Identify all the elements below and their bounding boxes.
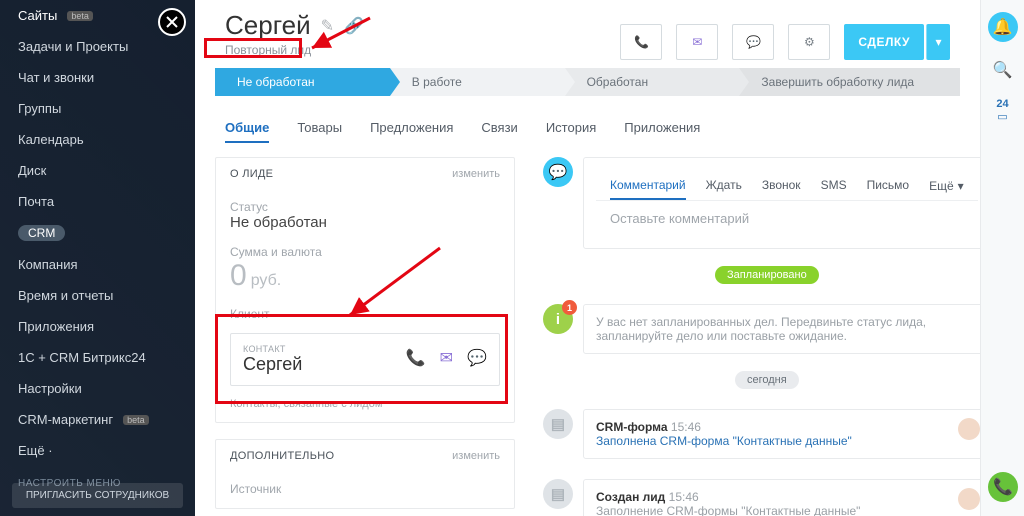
sidebar-item-settings[interactable]: Настройки (0, 373, 195, 404)
sidebar-item-chat[interactable]: Чат и звонки (0, 62, 195, 93)
phone-icon: 📞 (634, 35, 649, 49)
settings-button[interactable]: ⚙ (788, 24, 830, 60)
client-label: Клиент (230, 307, 500, 321)
linked-note: Контакты, связанные с лидом (216, 398, 514, 422)
chevron-down-icon: ▾ (935, 35, 941, 49)
act-tab-mail[interactable]: Письмо (867, 172, 910, 200)
calendar-icon[interactable]: 24▭ (996, 98, 1008, 123)
main: Сергей ✎ 🔗 Повторный лид 📞 ✉ 💬 ⚙ СДЕЛКУ … (195, 0, 980, 516)
feed-item-1[interactable]: CRM-форма 15:46 Заполнена CRM-форма "Кон… (583, 409, 980, 459)
gear-icon: ⚙ (804, 35, 815, 49)
avatar (958, 418, 980, 440)
sidebar-item-crm[interactable]: CRM (0, 217, 195, 249)
bell-icon[interactable]: 🔔 (988, 12, 1018, 42)
sidebar-item-mail[interactable]: Почта (0, 186, 195, 217)
sidebar-item-1c[interactable]: 1С + CRM Битрикс24 (0, 342, 195, 373)
about-title: О ЛИДЕ (230, 168, 273, 180)
stage-3[interactable]: Обработан (565, 68, 740, 96)
tab-general[interactable]: Общие (225, 114, 269, 143)
status-label: Статус (230, 200, 500, 214)
sidebar-item-marketing[interactable]: CRM-маркетингbeta (0, 404, 195, 435)
form-icon: ▤ (543, 409, 573, 439)
link-icon[interactable]: 🔗 (344, 16, 364, 36)
sidebar-item-groups[interactable]: Группы (0, 93, 195, 124)
about-change[interactable]: изменить (452, 168, 500, 180)
client-mail-icon[interactable]: ✉ (440, 348, 453, 368)
extra-title: ДОПОЛНИТЕЛЬНО (230, 450, 334, 462)
comment-input[interactable]: Оставьте комментарий (596, 201, 978, 242)
call-button[interactable]: 📞 (620, 24, 662, 60)
tab-products[interactable]: Товары (297, 114, 342, 143)
avatar (958, 488, 980, 510)
feed-item-2[interactable]: Создан лид 15:46 Заполнение CRM-формы "К… (583, 479, 980, 516)
activity-card: Комментарий Ждать Звонок SMS Письмо Ещё … (583, 157, 980, 249)
lead-icon: ▤ (543, 479, 573, 509)
sidebar-item-apps[interactable]: Приложения (0, 311, 195, 342)
planned-card: У вас нет запланированных дел. Передвинь… (583, 304, 980, 354)
extra-card: ДОПОЛНИТЕЛЬНО изменить Источник (215, 439, 515, 509)
act-tab-more[interactable]: Ещё ▾ (929, 172, 964, 200)
mail-icon: ✉ (692, 35, 702, 49)
search-icon[interactable]: 🔍 (993, 60, 1013, 80)
close-panel-button[interactable] (158, 8, 186, 36)
sum-value: 0 (230, 259, 247, 292)
mail-button[interactable]: ✉ (676, 24, 718, 60)
act-tab-wait[interactable]: Ждать (706, 172, 742, 200)
badge: 1 (562, 300, 577, 315)
act-tab-call[interactable]: Звонок (762, 172, 801, 200)
stage-2[interactable]: В работе (390, 68, 565, 96)
sidebar-item-disk[interactable]: Диск (0, 155, 195, 186)
stage-1[interactable]: Не обработан (215, 68, 390, 96)
about-card: О ЛИДЕ изменить Статус Не обработан Сумм… (215, 157, 515, 423)
sidebar-item-tasks[interactable]: Задачи и Проекты (0, 31, 195, 62)
stage-bar: Не обработан В работе Обработан Завершит… (215, 68, 960, 96)
tab-offers[interactable]: Предложения (370, 114, 453, 143)
phone-fab[interactable]: 📞 (988, 472, 1018, 502)
sidebar-item-calendar[interactable]: Календарь (0, 124, 195, 155)
source-label: Источник (230, 482, 500, 496)
tab-history[interactable]: История (546, 114, 596, 143)
chat-button[interactable]: 💬 (732, 24, 774, 60)
chat-icon: 💬 (746, 35, 761, 49)
sidebar-item-time[interactable]: Время и отчеты (0, 280, 195, 311)
invite-button[interactable]: ПРИГЛАСИТЬ СОТРУДНИКОВ (12, 483, 183, 508)
client-phone-icon[interactable]: 📞 (406, 348, 426, 368)
page-subtitle: Повторный лид (225, 43, 620, 57)
close-icon (166, 16, 178, 28)
sidebar: Сайтыbeta Задачи и Проекты Чат и звонки … (0, 0, 195, 516)
client-box[interactable]: 📞 ✉ 💬 КОНТАКТ Сергей (230, 333, 500, 386)
info-icon: i 1 (543, 304, 573, 334)
tabs: Общие Товары Предложения Связи История П… (195, 106, 980, 143)
deal-dropdown[interactable]: ▾ (926, 24, 950, 60)
tab-links[interactable]: Связи (481, 114, 517, 143)
status-value: Не обработан (230, 214, 500, 231)
page-title: Сергей (225, 10, 311, 41)
edit-icon[interactable]: ✎ (321, 16, 334, 36)
sidebar-item-company[interactable]: Компания (0, 249, 195, 280)
comment-icon: 💬 (543, 157, 573, 187)
tab-apps[interactable]: Приложения (624, 114, 700, 143)
stage-4[interactable]: Завершить обработку лида (739, 68, 960, 96)
sidebar-item-more[interactable]: Ещё · (0, 435, 195, 466)
deal-button[interactable]: СДЕЛКУ (844, 24, 924, 60)
right-rail: 🔔 🔍 24▭ 📞 (980, 0, 1024, 516)
act-tab-sms[interactable]: SMS (821, 172, 847, 200)
act-tab-comment[interactable]: Комментарий (610, 172, 686, 200)
client-chat-icon[interactable]: 💬 (467, 348, 487, 368)
extra-change[interactable]: изменить (452, 450, 500, 462)
sum-currency: руб. (251, 272, 282, 289)
planned-chip: Запланировано (715, 266, 819, 284)
sum-label: Сумма и валюта (230, 245, 500, 259)
today-chip: сегодня (735, 371, 799, 389)
chevron-down-icon: ▾ (958, 179, 964, 193)
